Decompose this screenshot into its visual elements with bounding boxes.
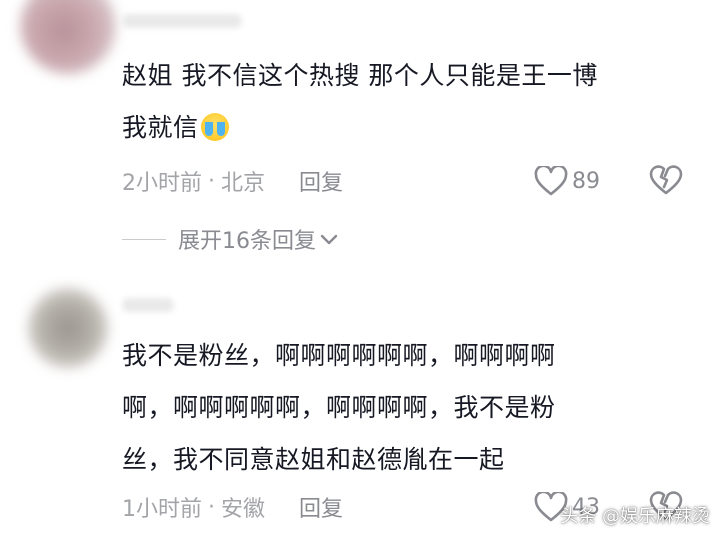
comment-time: 2小时前 (122, 171, 202, 196)
comment-text-line: 丝，我不同意赵姐和赵德胤在一起 (122, 445, 505, 474)
comment-text-line: 我就信 (122, 102, 682, 154)
like-button[interactable]: 89 (534, 166, 600, 196)
like-count: 89 (572, 168, 600, 194)
comment-location: 北京 (221, 171, 266, 196)
reply-button[interactable]: 回复 (299, 491, 343, 523)
reply-button[interactable]: 回复 (299, 165, 343, 197)
comment-text-line: 我不是粉丝，啊啊啊啊啊啊，啊啊啊啊 (122, 341, 556, 370)
chevron-down-icon (320, 234, 338, 245)
avatar[interactable] (20, 0, 116, 74)
comment-meta: 1小时前 · 安徽 回复 (122, 491, 343, 523)
crying-face-emoji-icon (200, 113, 229, 141)
username-blurred[interactable] (122, 298, 174, 312)
comment-text-line: 赵姐 我不信这个热搜 那个人只能是王一博 (122, 61, 598, 90)
dislike-button[interactable] (648, 162, 684, 198)
watermark: 头条 @娱乐麻辣烫 (560, 506, 710, 527)
username-blurred[interactable] (122, 14, 242, 28)
comment-text-line: 啊，啊啊啊啊啊，啊啊啊啊，我不是粉 (122, 393, 556, 422)
comment-location: 安徽 (221, 497, 266, 522)
separator: · (208, 168, 215, 194)
comment-meta: 2小时前 · 北京 回复 (122, 165, 343, 197)
separator: · (208, 494, 215, 520)
heart-icon (534, 166, 568, 196)
broken-heart-icon (649, 165, 683, 195)
comment-text: 赵姐 我不信这个热搜 那个人只能是王一博 我就信 (122, 50, 682, 154)
divider-line (122, 238, 166, 240)
comment-time: 1小时前 (122, 497, 202, 522)
comment-text: 我不是粉丝，啊啊啊啊啊啊，啊啊啊啊 啊，啊啊啊啊啊，啊啊啊啊，我不是粉 丝，我不… (122, 330, 682, 486)
expand-replies-button[interactable]: 展开16条回复 (122, 224, 340, 254)
expand-replies-label: 展开16条回复 (178, 229, 316, 254)
avatar[interactable] (28, 288, 108, 368)
